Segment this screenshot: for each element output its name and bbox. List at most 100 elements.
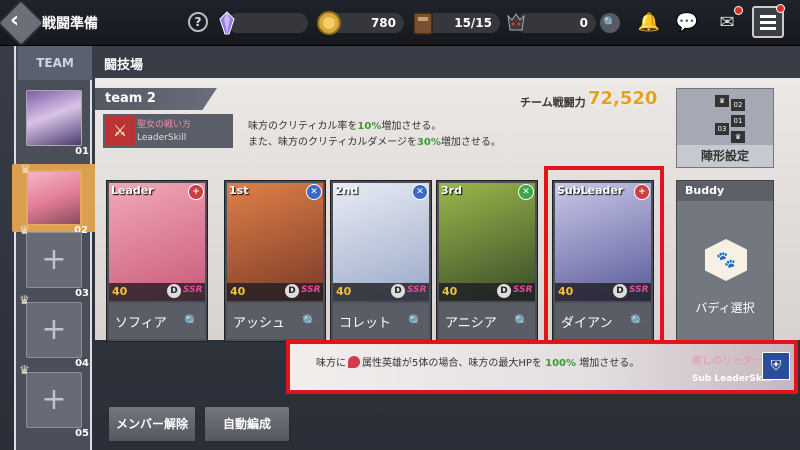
stat-bar: 40 D SSR <box>227 283 323 301</box>
team-slot-1[interactable]: 01 <box>26 90 89 157</box>
back-button[interactable] <box>0 0 46 48</box>
position-label: Leader <box>111 184 154 197</box>
formation-cell: ♛ <box>715 95 729 107</box>
hero-grade: D <box>285 284 299 298</box>
top-bar: ‹ 戦闘準備 ? 780 15/15 0 🔍 🔔 💬 ✉ <box>0 0 800 48</box>
magnify-icon[interactable]: 🔍 <box>408 314 423 328</box>
crystal-bar <box>228 13 308 33</box>
add-icon: + <box>41 382 67 417</box>
screen-title: 戦闘準備 <box>42 16 98 32</box>
hero-name: コレット <box>339 316 392 331</box>
hero-name: アニシア <box>445 316 497 331</box>
buddy-card[interactable]: Buddy 🐾 バディ選択 <box>676 180 774 342</box>
desc-value: 10% <box>357 121 382 132</box>
hero-level: 40 <box>336 285 352 298</box>
position-label: 2nd <box>335 184 359 197</box>
formation-cell: 03 <box>715 123 729 135</box>
hero-rarity: SSR <box>183 285 203 295</box>
stamina-count: 15/15 <box>454 16 492 30</box>
stat-bar: 40 D SSR <box>333 283 429 301</box>
crossed-swords-icon: ⚔ <box>105 116 135 146</box>
hero-grade: D <box>167 284 181 298</box>
hero-rarity: SSR <box>513 285 533 295</box>
mail-notification-dot <box>734 6 743 15</box>
search-icon[interactable]: 🔍 <box>600 13 620 33</box>
hero-card[interactable]: 3rd ✕ 40 D SSR アニシア 🔍 <box>436 180 538 342</box>
menu-notification-dot <box>776 4 785 13</box>
hero-name: ソフィア <box>115 316 167 331</box>
add-icon: + <box>41 312 67 347</box>
hero-grade: D <box>391 284 405 298</box>
back-arrow-icon: ‹ <box>10 8 20 33</box>
hero-grade: D <box>497 284 511 298</box>
desc-text: 味方のクリティカル率を <box>248 121 358 132</box>
remove-members-button[interactable]: メンバー解除 <box>108 406 196 442</box>
menu-line <box>760 15 776 18</box>
slot-number: 04 <box>75 358 89 369</box>
magnify-icon[interactable]: 🔍 <box>514 314 529 328</box>
monster-icon <box>507 13 525 31</box>
name-bar: アッシュ 🔍 <box>227 303 323 339</box>
class-badge-icon: ✕ <box>412 184 428 200</box>
desc-value: 30% <box>416 137 441 148</box>
auto-form-button[interactable]: 自動編成 <box>204 406 290 442</box>
menu-line <box>760 27 776 30</box>
add-icon: + <box>41 242 67 277</box>
magnify-icon[interactable]: 🔍 <box>184 314 199 328</box>
formation-button[interactable]: ♛ 02 01 03 ♛ 陣形設定 <box>676 88 774 168</box>
notification-bell-icon[interactable]: 🔔 <box>634 9 664 37</box>
hero-level: 40 <box>230 285 246 298</box>
class-badge-icon: + <box>188 184 204 200</box>
formation-grid-icon: ♛ 02 01 03 ♛ <box>707 95 747 143</box>
class-badge-icon: ✕ <box>518 184 534 200</box>
name-bar: ソフィア 🔍 <box>109 303 205 339</box>
help-icon[interactable]: ? <box>188 12 208 32</box>
leader-skill-desc-line1: 味方のクリティカル率を10%増加させる。 <box>248 117 441 132</box>
subskill-highlight-outline <box>286 340 798 394</box>
team-slot-4[interactable]: ♛ + 04 <box>19 293 89 369</box>
stat-bar: 40 D SSR <box>439 283 535 301</box>
position-label: 1st <box>229 184 249 197</box>
formation-cell: 01 <box>731 115 745 127</box>
chat-icon[interactable]: 💬 <box>672 9 702 37</box>
desc-text: 増加させる。 <box>440 137 501 148</box>
magnify-icon[interactable]: 🔍 <box>302 314 317 328</box>
hero-card[interactable]: Leader + 40 D SSR ソフィア 🔍 <box>106 180 208 342</box>
subleader-highlight-outline <box>544 166 664 344</box>
crown-icon: ♛ <box>20 162 31 176</box>
crystal-icon <box>219 11 235 35</box>
team-power-value: 72,520 <box>588 88 658 109</box>
hero-name: アッシュ <box>233 316 286 331</box>
menu-line <box>760 21 776 24</box>
formation-cell: 02 <box>731 99 745 111</box>
buddy-title: Buddy <box>677 181 773 201</box>
desc-text: 増加させる。 <box>381 121 442 132</box>
slot-number: 01 <box>75 146 89 157</box>
stamina-icon <box>413 12 433 35</box>
leader-skill-tag: LeaderSkill <box>137 133 187 143</box>
leader-skill-box[interactable]: ⚔ 聖女の戦い方 LeaderSkill <box>103 114 233 148</box>
team-column: TEAM 01 ♛ 02 ♛ + 03 ♛ + 04 ♛ + 05 <box>12 46 98 450</box>
formation-label: 陣形設定 <box>677 145 773 167</box>
position-label: 3rd <box>441 184 462 197</box>
desc-text: また、味方のクリティカルダメージを <box>248 137 417 148</box>
leader-skill-desc-line2: また、味方のクリティカルダメージを30%増加させる。 <box>248 133 501 148</box>
team-slot-3[interactable]: ♛ + 03 <box>19 223 89 299</box>
section-label: 闘技場 <box>104 58 144 73</box>
hero-level: 40 <box>442 285 458 298</box>
paw-icon: 🐾 <box>705 239 747 281</box>
hero-rarity: SSR <box>301 285 321 295</box>
hero-rarity: SSR <box>407 285 427 295</box>
leader-skill-name: 聖女の戦い方 <box>137 120 192 130</box>
stat-bar: 40 D SSR <box>109 283 205 301</box>
team-power-label: チーム戦闘力 <box>520 96 586 109</box>
team-slot-2[interactable]: ♛ 02 <box>20 162 88 236</box>
team-header: TEAM <box>18 46 92 80</box>
slot-number: 05 <box>75 428 89 439</box>
hero-card[interactable]: 1st ✕ 40 D SSR アッシュ 🔍 <box>224 180 326 342</box>
team-slot-5[interactable]: ♛ + 05 <box>19 363 89 439</box>
slot-number: 03 <box>75 288 89 299</box>
formation-cell: ♛ <box>731 131 745 143</box>
hero-card[interactable]: 2nd ✕ 40 D SSR コレット 🔍 <box>330 180 432 342</box>
buddy-select-label: バディ選択 <box>695 301 755 315</box>
